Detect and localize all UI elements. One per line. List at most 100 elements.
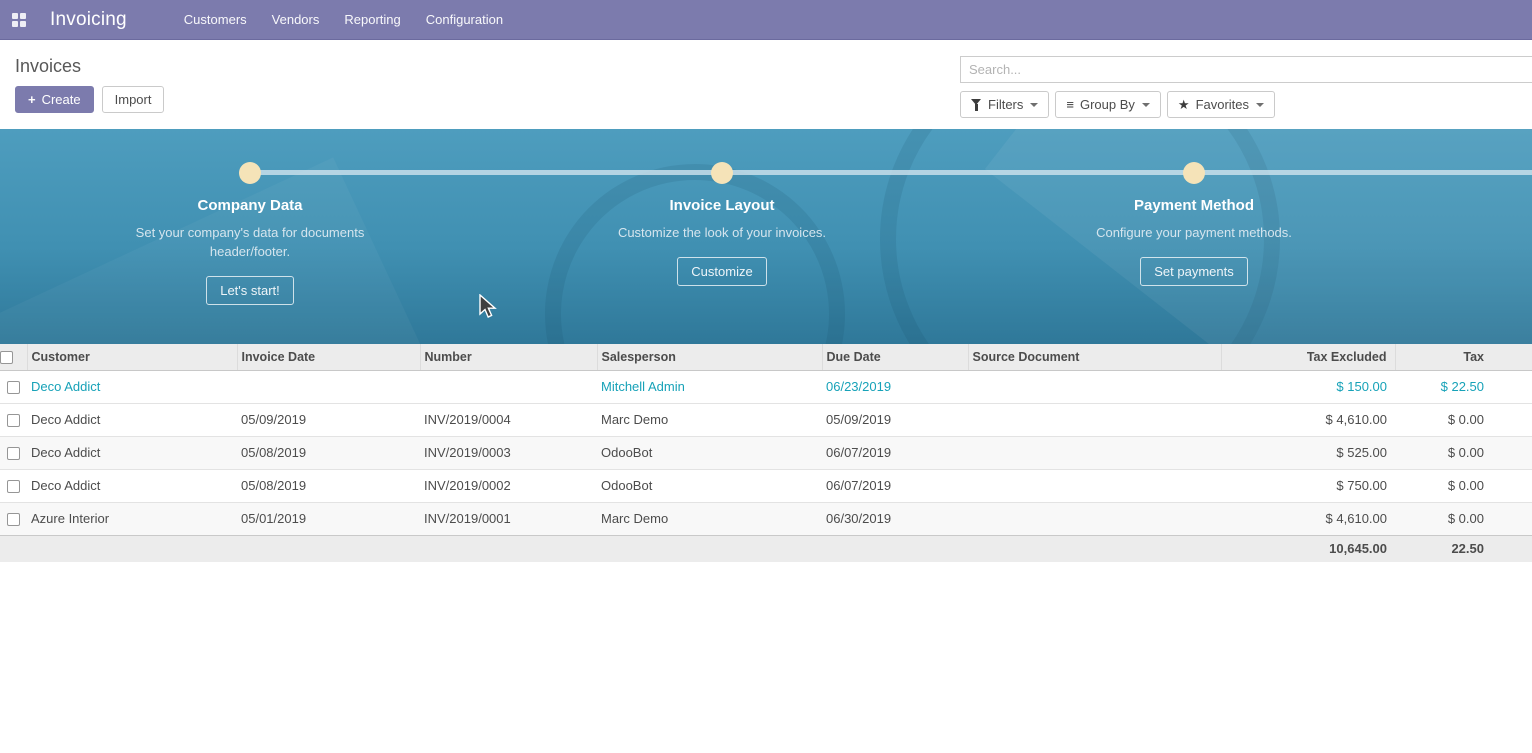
cell-number [420, 370, 597, 403]
cell-customer: Azure Interior [27, 502, 237, 535]
cell-invoice-date: 05/08/2019 [237, 436, 420, 469]
table-header-row: Customer Invoice Date Number Salesperson… [0, 344, 1532, 370]
cell-tax: $ 0.00 [1395, 502, 1532, 535]
cell-source-document [968, 370, 1221, 403]
import-button-label: Import [115, 92, 152, 107]
cell-salesperson: Mitchell Admin [597, 370, 822, 403]
row-checkbox-cell [0, 370, 27, 403]
cell-number: INV/2019/0003 [420, 436, 597, 469]
group-by-icon: ≡ [1066, 98, 1074, 111]
step-title: Invoice Layout [567, 197, 877, 214]
step-title: Company Data [95, 197, 405, 214]
column-header-customer[interactable]: Customer [27, 344, 237, 370]
cell-invoice-date: 05/08/2019 [237, 469, 420, 502]
apps-menu-square [12, 13, 18, 19]
cell-tax-excluded: $ 150.00 [1221, 370, 1395, 403]
table-row[interactable]: Deco Addict 05/08/2019 INV/2019/0003 Odo… [0, 436, 1532, 469]
filter-icon [971, 99, 982, 111]
cell-number: INV/2019/0004 [420, 403, 597, 436]
nav-customers[interactable]: Customers [174, 0, 257, 39]
cell-due-date: 06/07/2019 [822, 469, 968, 502]
table-footer-row: 10,645.00 22.50 [0, 535, 1532, 562]
select-all-checkbox[interactable] [0, 351, 13, 364]
step-dot [711, 162, 733, 184]
row-checkbox-cell [0, 502, 27, 535]
column-header-invoice-date[interactable]: Invoice Date [237, 344, 420, 370]
step-description: Configure your payment methods. [1074, 223, 1314, 242]
customize-button[interactable]: Customize [677, 257, 766, 286]
nav-menu: Customers Vendors Reporting Configuratio… [174, 0, 518, 39]
cell-customer: Deco Addict [27, 370, 237, 403]
column-header-source-document[interactable]: Source Document [968, 344, 1221, 370]
app-name[interactable]: Invoicing [50, 9, 127, 31]
apps-menu-square [20, 13, 26, 19]
chevron-down-icon [1142, 103, 1150, 107]
cell-customer: Deco Addict [27, 469, 237, 502]
group-by-button-label: Group By [1080, 97, 1135, 112]
group-by-button[interactable]: ≡ Group By [1055, 91, 1161, 118]
column-header-tax[interactable]: Tax [1395, 344, 1532, 370]
control-panel: Invoices + Create Import Filters ≡ Group… [0, 40, 1532, 129]
action-buttons: + Create Import [15, 86, 960, 113]
create-button-label: Create [42, 92, 81, 107]
cell-salesperson: OdooBot [597, 469, 822, 502]
search-option-buttons: Filters ≡ Group By ★ Favorites [960, 91, 1532, 118]
create-button[interactable]: + Create [15, 86, 94, 113]
step-description: Customize the look of your invoices. [602, 223, 842, 242]
table-row[interactable]: Deco Addict 05/09/2019 INV/2019/0004 Mar… [0, 403, 1532, 436]
favorites-button[interactable]: ★ Favorites [1167, 91, 1275, 118]
table-row[interactable]: Azure Interior 05/01/2019 INV/2019/0001 … [0, 502, 1532, 535]
row-checkbox[interactable] [7, 480, 20, 493]
lets-start-button[interactable]: Let's start! [206, 276, 294, 305]
invoice-list-table: Customer Invoice Date Number Salesperson… [0, 344, 1532, 562]
select-all-cell [0, 344, 27, 370]
cell-customer: Deco Addict [27, 403, 237, 436]
cell-number: INV/2019/0002 [420, 469, 597, 502]
cell-salesperson: OdooBot [597, 436, 822, 469]
top-navbar: Invoicing Customers Vendors Reporting Co… [0, 0, 1532, 40]
star-icon: ★ [1178, 98, 1190, 111]
onboarding-step-company-data: Company Data Set your company's data for… [95, 162, 405, 305]
favorites-button-label: Favorites [1196, 97, 1249, 112]
column-header-number[interactable]: Number [420, 344, 597, 370]
row-checkbox-cell [0, 403, 27, 436]
total-tax-excluded: 10,645.00 [1221, 535, 1395, 562]
nav-vendors[interactable]: Vendors [262, 0, 330, 39]
control-panel-left: Invoices + Create Import [15, 56, 960, 118]
import-button[interactable]: Import [102, 86, 165, 113]
nav-configuration[interactable]: Configuration [416, 0, 513, 39]
row-checkbox-cell [0, 436, 27, 469]
cell-tax-excluded: $ 525.00 [1221, 436, 1395, 469]
filters-button[interactable]: Filters [960, 91, 1049, 118]
cell-due-date: 06/23/2019 [822, 370, 968, 403]
row-checkbox[interactable] [7, 447, 20, 460]
chevron-down-icon [1030, 103, 1038, 107]
mouse-cursor [478, 294, 498, 325]
set-payments-button[interactable]: Set payments [1140, 257, 1248, 286]
row-checkbox[interactable] [7, 381, 20, 394]
row-checkbox[interactable] [7, 414, 20, 427]
cell-due-date: 06/30/2019 [822, 502, 968, 535]
cell-customer: Deco Addict [27, 436, 237, 469]
chevron-down-icon [1256, 103, 1264, 107]
column-header-due-date[interactable]: Due Date [822, 344, 968, 370]
cell-tax: $ 0.00 [1395, 469, 1532, 502]
table-row[interactable]: Deco Addict Mitchell Admin 06/23/2019 $ … [0, 370, 1532, 403]
table-row[interactable]: Deco Addict 05/08/2019 INV/2019/0002 Odo… [0, 469, 1532, 502]
onboarding-banner: Company Data Set your company's data for… [0, 129, 1532, 344]
step-dot [239, 162, 261, 184]
column-header-salesperson[interactable]: Salesperson [597, 344, 822, 370]
cell-tax: $ 0.00 [1395, 403, 1532, 436]
cell-invoice-date [237, 370, 420, 403]
apps-menu-icon[interactable] [12, 13, 26, 27]
row-checkbox[interactable] [7, 513, 20, 526]
row-checkbox-cell [0, 469, 27, 502]
nav-reporting[interactable]: Reporting [334, 0, 410, 39]
column-header-tax-excluded[interactable]: Tax Excluded [1221, 344, 1395, 370]
page-title: Invoices [15, 56, 960, 77]
cell-tax-excluded: $ 4,610.00 [1221, 403, 1395, 436]
apps-menu-square [20, 21, 26, 27]
search-input[interactable] [960, 56, 1532, 83]
cell-source-document [968, 403, 1221, 436]
cell-tax: $ 22.50 [1395, 370, 1532, 403]
